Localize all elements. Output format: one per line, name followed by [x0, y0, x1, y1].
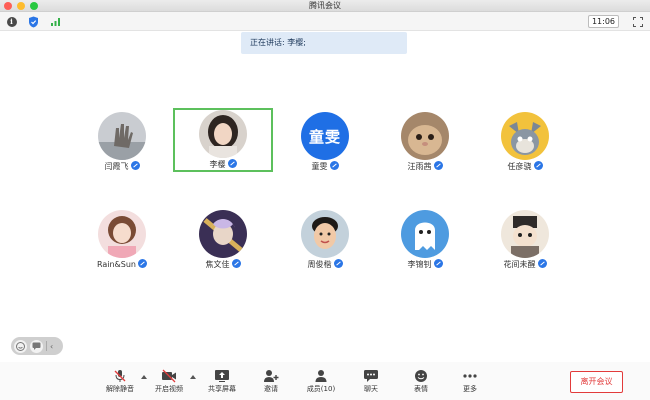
- participant-name: 闫霞飞: [72, 161, 172, 172]
- participant-name: 童雯: [275, 161, 375, 172]
- muted-mic-icon: [138, 259, 148, 268]
- divider: [46, 341, 47, 351]
- members-button[interactable]: 成员(10): [297, 369, 345, 399]
- muted-mic-icon: [231, 259, 241, 268]
- muted-mic-icon: [537, 259, 547, 268]
- speaking-mic-icon: [227, 159, 237, 168]
- reactions-button[interactable]: 表情: [397, 369, 445, 399]
- share-screen-icon: [215, 370, 229, 382]
- muted-mic-icon: [130, 161, 140, 170]
- participant-name: 周俊楷: [275, 259, 375, 270]
- video-options-caret[interactable]: [190, 375, 196, 379]
- meeting-toolbar: 解除静音 开启视频 共享屏幕 邀请 成员(10) 聊天 表情 更多: [0, 362, 650, 400]
- avatar: [98, 112, 146, 160]
- avatar: [501, 112, 549, 160]
- participant-tile[interactable]: 任彦骁: [475, 110, 575, 174]
- avatar: [98, 210, 146, 258]
- avatar: [301, 210, 349, 258]
- participant-tile[interactable]: 花间未醒: [475, 208, 575, 272]
- unmute-button[interactable]: 解除静音: [96, 369, 144, 399]
- participant-tile[interactable]: 周俊楷: [275, 208, 375, 272]
- participant-tile[interactable]: 童雯 童雯: [275, 110, 375, 174]
- avatar: [199, 110, 247, 158]
- chat-bubble-icon[interactable]: [30, 339, 43, 353]
- add-user-icon: [264, 370, 279, 382]
- chat-button[interactable]: 聊天: [347, 369, 395, 399]
- participant-tile-active-speaker[interactable]: 李樱: [173, 108, 273, 172]
- muted-mic-icon: [333, 259, 343, 268]
- muted-mic-icon: [433, 161, 443, 170]
- microphone-muted-icon: [114, 370, 126, 382]
- chat-icon: [364, 370, 378, 382]
- floating-quick-tools: ‹: [11, 337, 63, 355]
- camera-off-icon: [162, 369, 176, 383]
- more-dots-icon: [463, 374, 477, 378]
- participant-tile[interactable]: 李锦钊: [375, 208, 475, 272]
- participant-grid: 闫霞飞 李樱 童雯 童雯 汪雨茜 任彦骁 Rain&Sun 焦文佳 周俊楷 李锦…: [0, 0, 650, 400]
- more-button[interactable]: 更多: [446, 369, 494, 399]
- participant-name: 汪雨茜: [375, 161, 475, 172]
- participant-tile[interactable]: 焦文佳: [173, 208, 273, 272]
- participant-tile[interactable]: Rain&Sun: [72, 208, 172, 272]
- participant-name: 李樱: [175, 159, 271, 170]
- participant-name: 花间未醒: [475, 259, 575, 270]
- participant-name: 李锦钊: [375, 259, 475, 270]
- participant-name: 任彦骁: [475, 161, 575, 172]
- participant-tile[interactable]: 汪雨茜: [375, 110, 475, 174]
- avatar: [401, 210, 449, 258]
- participant-name: Rain&Sun: [72, 259, 172, 270]
- start-video-button[interactable]: 开启视频: [145, 369, 193, 399]
- avatar: [199, 210, 247, 258]
- leave-meeting-button[interactable]: 离开会议: [570, 371, 623, 393]
- members-icon: [315, 370, 327, 382]
- participant-name: 焦文佳: [173, 259, 273, 270]
- participant-tile[interactable]: 闫霞飞: [72, 110, 172, 174]
- muted-mic-icon: [533, 161, 543, 170]
- emoji-icon[interactable]: [14, 339, 27, 353]
- avatar: 童雯: [301, 112, 349, 160]
- collapse-chevron-icon[interactable]: ‹: [50, 342, 53, 351]
- share-screen-button[interactable]: 共享屏幕: [198, 369, 246, 399]
- invite-button[interactable]: 邀请: [247, 369, 295, 399]
- muted-mic-icon: [329, 161, 339, 170]
- smiley-icon: [415, 370, 427, 382]
- muted-mic-icon: [433, 259, 443, 268]
- avatar: [401, 112, 449, 160]
- avatar: [501, 210, 549, 258]
